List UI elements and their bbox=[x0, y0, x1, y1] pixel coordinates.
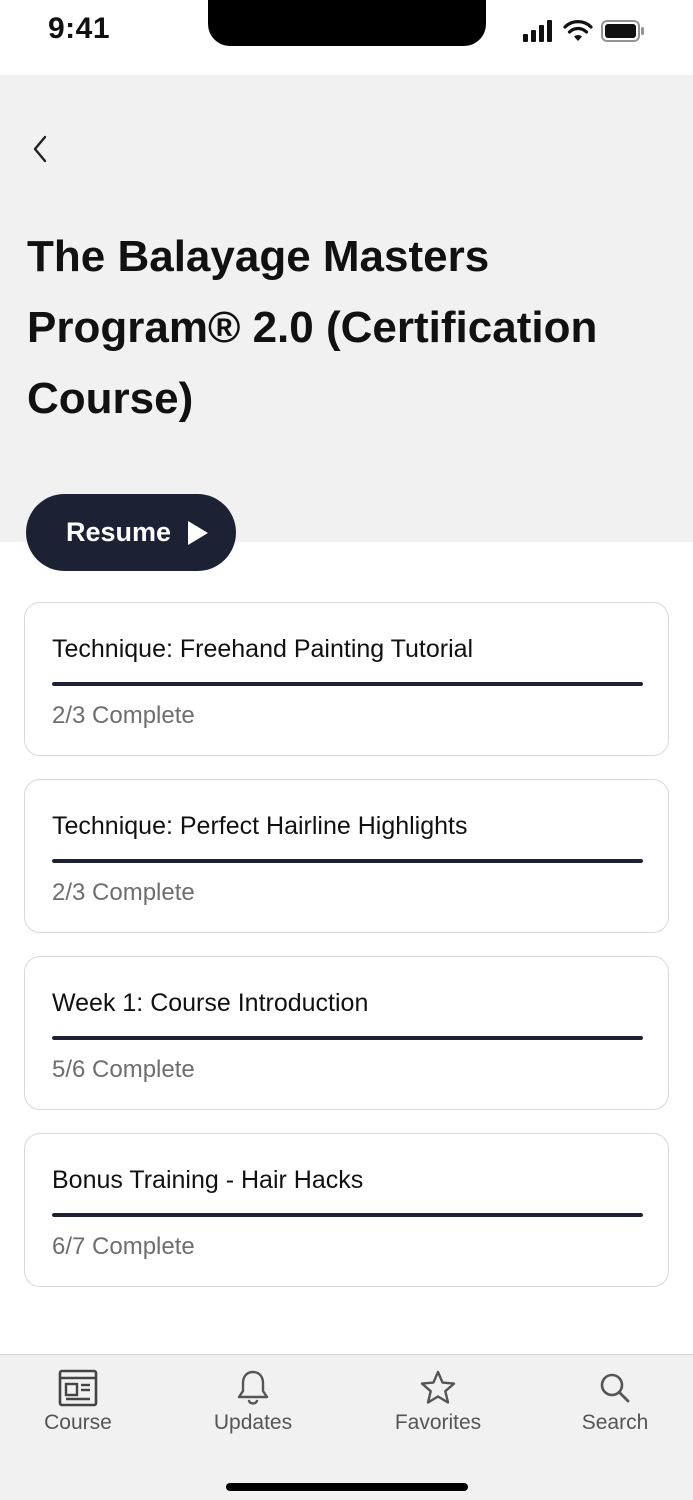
device-notch bbox=[208, 0, 486, 46]
module-progress-bar bbox=[52, 1213, 643, 1217]
module-title: Technique: Freehand Painting Tutorial bbox=[52, 635, 474, 663]
module-status: 2/3 Complete bbox=[52, 702, 195, 729]
status-time: 9:41 bbox=[48, 12, 111, 45]
signal-icon bbox=[523, 20, 552, 42]
home-indicator bbox=[226, 1483, 468, 1491]
module-title: Technique: Perfect Hairline Highlights bbox=[52, 812, 468, 840]
tab-search[interactable]: Search bbox=[572, 1369, 658, 1435]
module-progress-fill bbox=[52, 682, 643, 686]
module-progress-fill bbox=[52, 1213, 643, 1217]
wifi-icon bbox=[563, 20, 593, 41]
module-status: 2/3 Complete bbox=[52, 879, 195, 906]
tab-course-label: Course bbox=[44, 1411, 112, 1434]
module-list: Technique: Freehand Painting Tutorial 2/… bbox=[24, 602, 669, 1310]
module-status: 5/6 Complete bbox=[52, 1056, 195, 1083]
resume-button[interactable]: Resume bbox=[26, 494, 236, 571]
tab-course[interactable]: Course bbox=[38, 1369, 118, 1435]
module-title: Week 1: Course Introduction bbox=[52, 989, 369, 1017]
module-progress-bar bbox=[52, 682, 643, 686]
tab-favorites[interactable]: Favorites bbox=[383, 1369, 493, 1435]
module-status: 6/7 Complete bbox=[52, 1233, 195, 1260]
bell-icon bbox=[237, 1370, 269, 1405]
course-icon bbox=[58, 1369, 98, 1407]
module-card-hairline-highlights[interactable]: Technique: Perfect Hairline Highlights 2… bbox=[24, 779, 669, 933]
module-progress-bar bbox=[52, 1036, 643, 1040]
course-header: The Balayage Masters Program® 2.0 (Certi… bbox=[0, 75, 693, 542]
play-icon bbox=[188, 520, 209, 545]
tab-updates[interactable]: Updates bbox=[203, 1369, 303, 1435]
battery-icon bbox=[601, 20, 644, 42]
module-progress-fill bbox=[52, 859, 643, 863]
module-card-course-introduction[interactable]: Week 1: Course Introduction 5/6 Complete bbox=[24, 956, 669, 1110]
module-card-hair-hacks[interactable]: Bonus Training - Hair Hacks 6/7 Complete bbox=[24, 1133, 669, 1287]
module-title: Bonus Training - Hair Hacks bbox=[52, 1166, 364, 1194]
module-card-freehand-painting[interactable]: Technique: Freehand Painting Tutorial 2/… bbox=[24, 602, 669, 756]
page-title: The Balayage Masters Program® 2.0 (Certi… bbox=[27, 232, 598, 423]
screen: 9:41 The Balayage Masters Program® 2.0 (… bbox=[0, 0, 693, 1500]
tab-favorites-label: Favorites bbox=[394, 1411, 482, 1434]
module-progress-bar bbox=[52, 859, 643, 863]
chevron-left-icon bbox=[33, 135, 47, 163]
bottom-tab-bar: Course Updates Favorites Search bbox=[0, 1354, 693, 1500]
tab-search-label: Search bbox=[581, 1411, 649, 1434]
resume-button-label: Resume bbox=[66, 517, 172, 547]
search-icon bbox=[600, 1373, 630, 1403]
status-icons bbox=[523, 20, 645, 42]
star-icon bbox=[420, 1370, 456, 1404]
tab-updates-label: Updates bbox=[213, 1411, 293, 1434]
back-button[interactable] bbox=[22, 131, 58, 167]
status-bar: 9:41 bbox=[0, 0, 693, 75]
module-progress-fill bbox=[52, 1036, 643, 1040]
